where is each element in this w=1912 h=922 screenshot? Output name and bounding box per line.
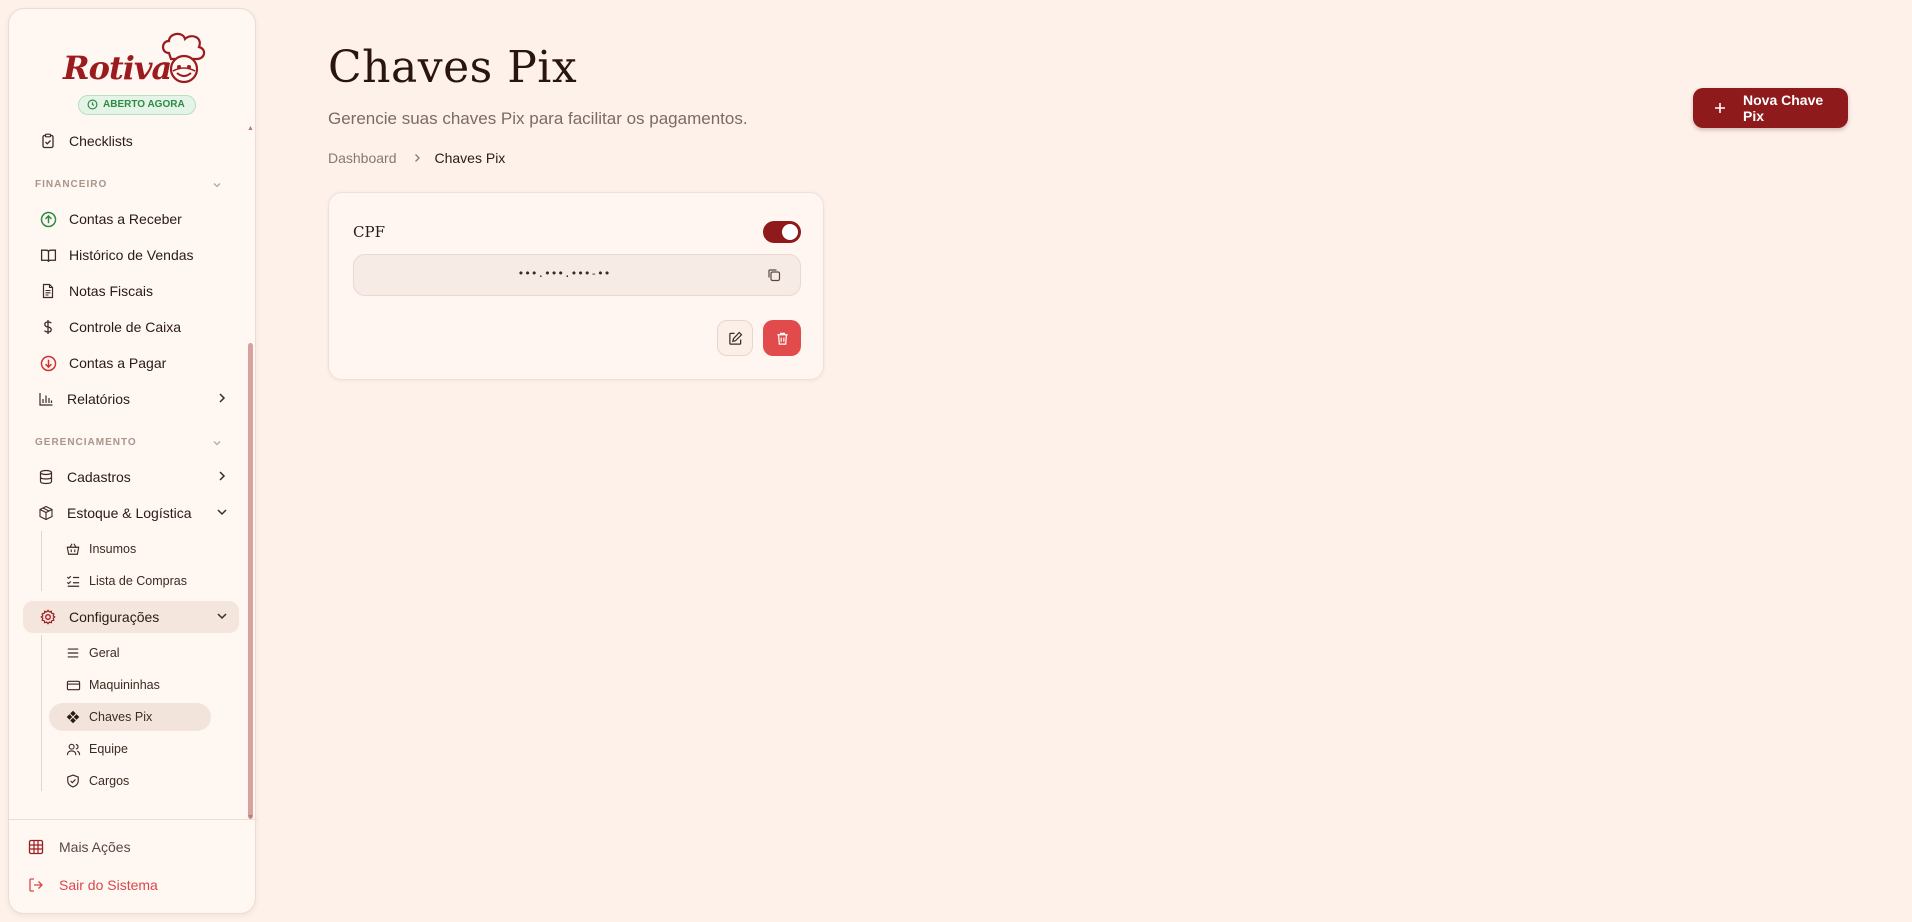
sidebar-item-label: Checklists (69, 133, 133, 149)
file-text-icon (39, 282, 57, 300)
sidebar-subitem-chaves-pix[interactable]: Chaves Pix (49, 703, 211, 731)
sidebar-item-estoque-logistica[interactable]: Estoque & Logística (21, 497, 239, 529)
menu-lines-icon (65, 645, 81, 661)
sidebar-subitem-insumos[interactable]: Insumos (49, 535, 211, 563)
section-label-financeiro: FINANCEIRO (35, 179, 108, 190)
sidebar-subitem-label: Lista de Compras (89, 574, 187, 588)
sidebar-item-contas-pagar[interactable]: Contas a Pagar (23, 347, 241, 379)
edit-icon (728, 331, 742, 345)
sidebar-subitem-equipe[interactable]: Equipe (49, 735, 211, 763)
sidebar-subitem-maquininhas[interactable]: Maquininhas (49, 671, 211, 699)
book-open-icon (39, 246, 57, 264)
gear-icon (39, 608, 57, 626)
delete-pix-key-button[interactable] (763, 320, 801, 356)
breadcrumb: Dashboard Chaves Pix (328, 150, 505, 166)
sidebar-item-contas-receber[interactable]: Contas a Receber (23, 203, 241, 235)
arrow-down-circle-icon (39, 354, 57, 372)
status-badge: ABERTO AGORA (78, 95, 196, 115)
sidebar-item-controle-caixa[interactable]: Controle de Caixa (23, 311, 241, 343)
sidebar-item-label: Notas Fiscais (69, 283, 154, 299)
sidebar-subitem-label: Chaves Pix (89, 710, 153, 724)
clipboard-check-icon (39, 132, 57, 150)
sidebar-subitem-label: Equipe (89, 742, 128, 756)
pix-key-value: •••.•••.•••-•• (517, 267, 611, 280)
copy-icon[interactable] (767, 268, 781, 282)
mais-acoes-label: Mais Ações (59, 839, 131, 855)
plus-icon (1713, 101, 1727, 115)
grid-icon (27, 838, 45, 856)
database-icon (37, 468, 55, 486)
sidebar-divider (9, 819, 257, 820)
sidebar-subitem-label: Insumos (89, 542, 137, 556)
sidebar-item-relatorios[interactable]: Relatórios (21, 383, 239, 415)
sidebar-subitem-cargos[interactable]: Cargos (49, 767, 211, 795)
new-pix-key-button[interactable]: Nova Chave Pix (1693, 88, 1848, 128)
sidebar-item-notas-fiscais[interactable]: Notas Fiscais (23, 275, 241, 307)
sidebar-subitem-label: Maquininhas (89, 678, 160, 692)
sidebar-subitem-label: Geral (89, 646, 120, 660)
sidebar-item-label: Histórico de Vendas (69, 247, 194, 263)
basket-icon (65, 541, 81, 557)
sidebar-item-label: Configurações (69, 609, 160, 625)
chevron-right-icon (219, 471, 226, 481)
pix-icon (65, 709, 81, 725)
users-icon (65, 741, 81, 757)
chevron-right-icon (219, 393, 226, 403)
credit-card-icon (65, 677, 81, 693)
sidebar: Rotiva ABERTO AGORA ▲ ▼ Checklists FINAN… (8, 8, 257, 914)
chevron-down-icon[interactable] (211, 179, 223, 191)
logo-area: Rotiva ABERTO AGORA (9, 23, 257, 119)
list-checks-icon (65, 573, 81, 589)
breadcrumb-current: Chaves Pix (434, 150, 506, 166)
sidebar-subitem-label: Cargos (89, 774, 130, 788)
sidebar-item-label: Relatórios (67, 391, 131, 407)
sidebar-item-label: Contas a Receber (69, 211, 182, 227)
sidebar-item-checklists[interactable]: Checklists (23, 125, 241, 157)
sidebar-item-label: Controle de Caixa (69, 319, 182, 335)
chevron-down-icon (217, 613, 227, 620)
package-icon (37, 504, 55, 522)
clock-icon (87, 99, 98, 110)
logout-label: Sair do Sistema (59, 877, 158, 893)
edit-pix-key-button[interactable] (717, 320, 753, 356)
sidebar-item-label: Estoque & Logística (67, 505, 192, 521)
toggle-knob (782, 224, 798, 240)
arrow-up-circle-icon (39, 210, 57, 228)
logout-button[interactable]: Sair do Sistema (27, 871, 158, 899)
submenu-guide (41, 531, 42, 591)
sidebar-item-label: Cadastros (67, 469, 131, 485)
sidebar-item-label: Contas a Pagar (69, 355, 167, 371)
chef-mascot-icon (161, 32, 206, 84)
page-subtitle: Gerencie suas chaves Pix para facilitar … (328, 109, 748, 128)
scroll-up-icon[interactable]: ▲ (247, 125, 254, 132)
chevron-down-icon[interactable] (211, 437, 223, 449)
mais-acoes-button[interactable]: Mais Ações (27, 833, 131, 861)
pix-key-value-field: •••.•••.•••-•• (353, 254, 801, 296)
status-badge-label: ABERTO AGORA (103, 99, 185, 110)
sidebar-subitem-geral[interactable]: Geral (49, 639, 211, 667)
sidebar-item-configuracoes[interactable]: Configurações (23, 601, 239, 633)
new-pix-key-label: Nova Chave Pix (1743, 92, 1824, 124)
sidebar-item-cadastros[interactable]: Cadastros (21, 461, 239, 493)
dollar-icon (39, 318, 57, 336)
breadcrumb-dashboard-link[interactable]: Dashboard (328, 150, 397, 166)
pix-key-active-toggle[interactable] (763, 221, 801, 243)
section-label-gerenciamento: GERENCIAMENTO (35, 437, 137, 448)
pix-key-card: CPF •••.•••.•••-•• (328, 192, 824, 380)
sidebar-nav[interactable]: ▲ ▼ Checklists FINANCEIRO Contas a Receb… (9, 121, 257, 821)
pix-key-type: CPF (353, 223, 385, 241)
submenu-guide (41, 635, 42, 791)
chevron-down-icon (217, 509, 227, 516)
bar-chart-icon (37, 390, 55, 408)
shield-check-icon (65, 773, 81, 789)
log-out-icon (27, 876, 45, 894)
page-title: Chaves Pix (328, 42, 578, 93)
sidebar-item-historico-vendas[interactable]: Histórico de Vendas (23, 239, 241, 271)
chevron-right-icon (411, 152, 423, 164)
scrollbar-thumb[interactable] (248, 343, 253, 819)
trash-icon (776, 332, 788, 345)
sidebar-subitem-lista-compras[interactable]: Lista de Compras (49, 567, 211, 595)
